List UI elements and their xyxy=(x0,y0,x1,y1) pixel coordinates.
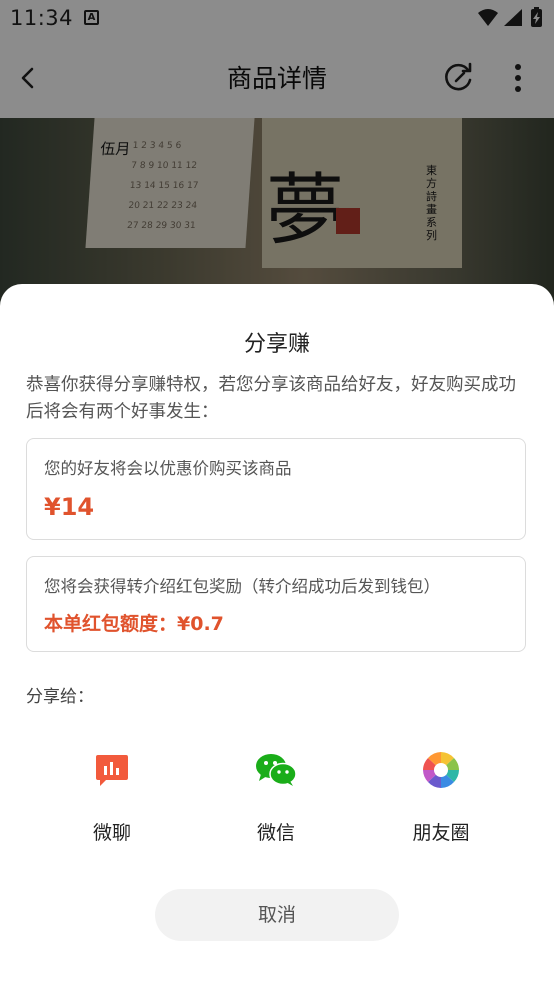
friend-discount-card: 您的好友将会以优惠价购买该商品 ¥14 xyxy=(26,438,526,540)
moments-label: 朋友圈 xyxy=(412,822,470,844)
share-to-label: 分享给： xyxy=(26,687,94,707)
sheet-description: 恭喜你获得分享赚特权，若您分享该商品给好友，好友购买成功后将会有两个好事发生： xyxy=(26,375,516,422)
weiliao-label: 微聊 xyxy=(92,822,131,844)
referral-reward-card: 您将会获得转介绍红包奖励（转介绍成功后发到钱包） 本单红包额度：¥0.7 xyxy=(26,556,526,652)
moments-aperture-icon xyxy=(423,752,459,788)
wechat-label: 微信 xyxy=(256,822,295,844)
sheet-title: 分享赚 xyxy=(243,332,310,357)
share-bottom-sheet: 分享赚 恭喜你获得分享赚特权，若您分享该商品给好友，好友购买成功后将会有两个好事… xyxy=(0,284,554,984)
friend-discount-label: 您的好友将会以优惠价购买该商品 xyxy=(44,459,292,478)
wechat-icon xyxy=(256,754,297,786)
share-target-weiliao[interactable]: 微聊 xyxy=(57,752,167,844)
weiliao-chart-icon xyxy=(96,755,128,786)
red-packet-amount: 本单红包额度：¥0.7 xyxy=(44,613,224,635)
share-target-moments[interactable]: 朋友圈 xyxy=(386,752,496,844)
share-target-wechat[interactable]: 微信 xyxy=(221,752,331,844)
discount-price: ¥14 xyxy=(44,493,95,521)
referral-reward-label: 您将会获得转介绍红包奖励（转介绍成功后发到钱包） xyxy=(44,577,440,596)
cancel-button[interactable]: 取消 xyxy=(155,889,399,941)
